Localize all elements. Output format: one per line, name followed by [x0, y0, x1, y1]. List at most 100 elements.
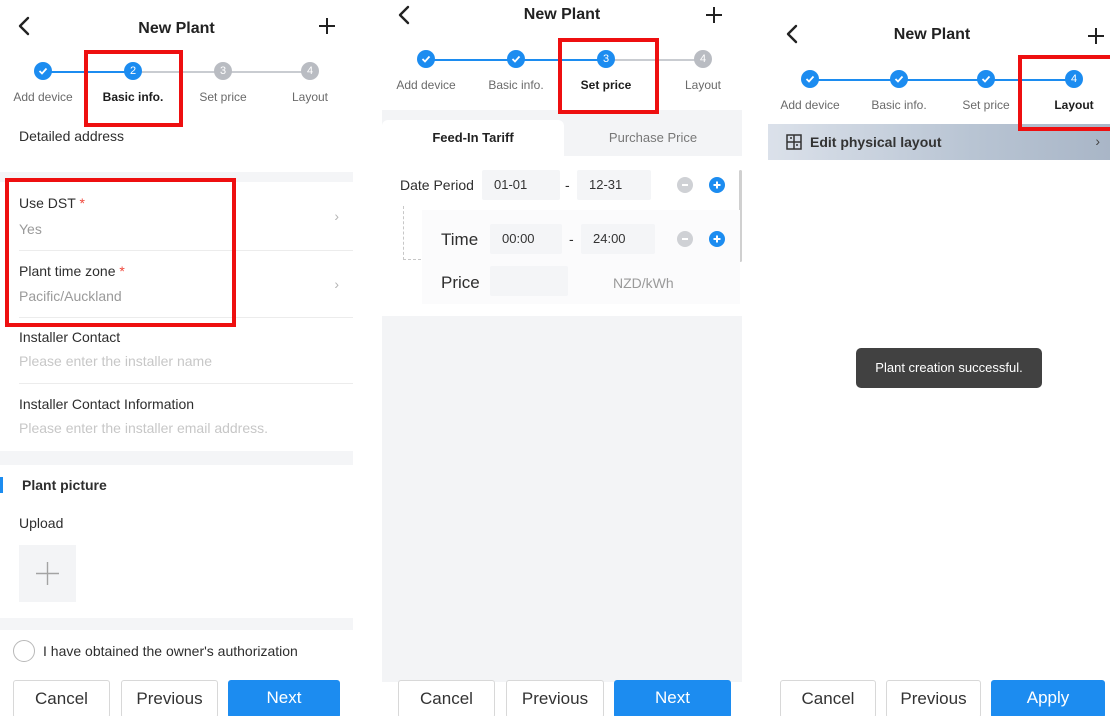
layout-screen: New Plant Add device Basic info. Set pri…: [764, 0, 1110, 716]
next-button[interactable]: Next: [228, 680, 340, 716]
range-dash: -: [569, 231, 574, 247]
layout-grid-icon: [786, 134, 802, 155]
plus-icon[interactable]: [704, 5, 724, 25]
step-set-price: 3 Set price: [183, 62, 263, 104]
cancel-button[interactable]: Cancel: [780, 680, 876, 716]
authorization-text: I have obtained the owner's authorizatio…: [43, 643, 298, 659]
check-icon: [890, 70, 908, 88]
footer-actions: Cancel Previous Next: [382, 680, 742, 716]
set-price-screen: New Plant Add device Basic info. 3 Set p…: [382, 0, 742, 716]
price-label: Price: [441, 273, 480, 292]
progress-stepper: Add device Basic info. 3 Set price 4 Lay…: [382, 44, 742, 96]
plus-icon[interactable]: [317, 16, 337, 36]
next-button[interactable]: Next: [614, 680, 731, 716]
add-circle-icon[interactable]: [709, 231, 725, 247]
detailed-address-label: Detailed address: [19, 128, 125, 144]
success-toast: Plant creation successful.: [856, 348, 1042, 388]
minus-circle-icon[interactable]: [677, 177, 693, 193]
step-label: Add device: [780, 98, 840, 112]
step-add-device: Add device: [770, 70, 850, 112]
step-label: Basic info.: [871, 98, 927, 112]
use-dst-value: Yes: [19, 221, 42, 237]
step-connector: [606, 59, 703, 61]
cancel-button[interactable]: Cancel: [398, 680, 495, 716]
step-number: 2: [124, 62, 142, 80]
check-icon: [417, 50, 435, 68]
step-layout: 4 Layout: [270, 62, 350, 104]
chevron-right-icon: ›: [1095, 133, 1100, 149]
step-connector: [810, 79, 1074, 81]
section-gap: [0, 451, 353, 465]
add-circle-icon[interactable]: [709, 177, 725, 193]
step-add-device: Add device: [386, 50, 466, 92]
date-period-label: Date Period: [400, 177, 474, 193]
edit-physical-layout-button[interactable]: Edit physical layout ›: [768, 124, 1110, 160]
step-number: 4: [301, 62, 319, 80]
tree-connector: [403, 259, 421, 260]
previous-button[interactable]: Previous: [886, 680, 981, 716]
previous-button[interactable]: Previous: [121, 680, 218, 716]
step-label: Layout: [684, 78, 722, 92]
check-icon: [977, 70, 995, 88]
price-tabs: Feed-In Tariff Purchase Price: [382, 110, 742, 156]
plant-picture-title: Plant picture: [22, 477, 107, 493]
authorization-checkbox[interactable]: [13, 640, 35, 662]
progress-stepper: Add device Basic info. Set price 4 Layou…: [764, 64, 1110, 116]
step-label: Set price: [962, 98, 1010, 112]
installer-info-label: Installer Contact Information: [19, 396, 195, 412]
top-bar: New Plant: [0, 0, 353, 52]
page-title: New Plant: [523, 6, 601, 23]
time-zone-label: Plant time zone *: [19, 263, 125, 279]
step-set-price: 3 Set price: [566, 50, 646, 92]
step-basic-info: Basic info.: [476, 50, 556, 92]
step-add-device: Add device: [3, 62, 83, 104]
previous-button[interactable]: Previous: [506, 680, 604, 716]
time-start-field[interactable]: 00:00: [490, 224, 562, 254]
section-gap: [0, 172, 353, 182]
step-set-price: Set price: [946, 70, 1026, 112]
installer-contact-input[interactable]: Please enter the installer name: [19, 353, 212, 369]
use-dst-row[interactable]: Use DST * Yes ›: [0, 182, 353, 250]
cancel-button[interactable]: Cancel: [13, 680, 110, 716]
upload-label: Upload: [19, 515, 64, 531]
check-icon: [801, 70, 819, 88]
upload-plus-icon: [36, 562, 59, 585]
price-input[interactable]: [490, 266, 568, 296]
step-label: Add device: [396, 78, 456, 92]
plus-icon[interactable]: [1086, 26, 1106, 46]
check-icon: [507, 50, 525, 68]
time-end-field[interactable]: 24:00: [581, 224, 655, 254]
tab-purchase-price[interactable]: Purchase Price: [564, 120, 742, 156]
step-label: Layout: [291, 90, 329, 104]
date-start-field[interactable]: 01-01: [482, 170, 560, 200]
progress-stepper: Add device 2 Basic info. 3 Set price 4 L…: [0, 56, 353, 108]
section-accent-bar: [0, 477, 3, 493]
tree-connector: [403, 206, 404, 260]
time-zone-value: Pacific/Auckland: [19, 288, 122, 304]
step-label: Basic info.: [102, 90, 164, 104]
edit-layout-label: Edit physical layout: [810, 134, 942, 150]
step-label: Add device: [13, 90, 73, 104]
empty-area: [382, 316, 742, 682]
chevron-right-icon: ›: [334, 276, 339, 292]
chevron-right-icon: ›: [334, 208, 339, 224]
step-number: 4: [1065, 70, 1083, 88]
range-dash: -: [565, 177, 570, 193]
step-layout: 4 Layout: [663, 50, 742, 92]
minus-circle-icon[interactable]: [677, 231, 693, 247]
installer-info-input[interactable]: Please enter the installer email address…: [19, 420, 268, 436]
upload-button[interactable]: [19, 545, 76, 602]
tab-feed-in-tariff[interactable]: Feed-In Tariff: [382, 120, 564, 156]
step-label: Layout: [1054, 98, 1094, 112]
use-dst-label: Use DST *: [19, 195, 85, 211]
step-connector: [43, 71, 133, 73]
step-number: 4: [694, 50, 712, 68]
step-basic-info: Basic info.: [859, 70, 939, 112]
step-layout: 4 Layout: [1034, 70, 1110, 112]
apply-button[interactable]: Apply: [991, 680, 1105, 716]
date-end-field[interactable]: 12-31: [577, 170, 651, 200]
time-zone-row[interactable]: Plant time zone * Pacific/Auckland ›: [0, 251, 353, 317]
step-label: Set price: [580, 78, 632, 92]
check-icon: [34, 62, 52, 80]
step-basic-info: 2 Basic info.: [93, 62, 173, 104]
